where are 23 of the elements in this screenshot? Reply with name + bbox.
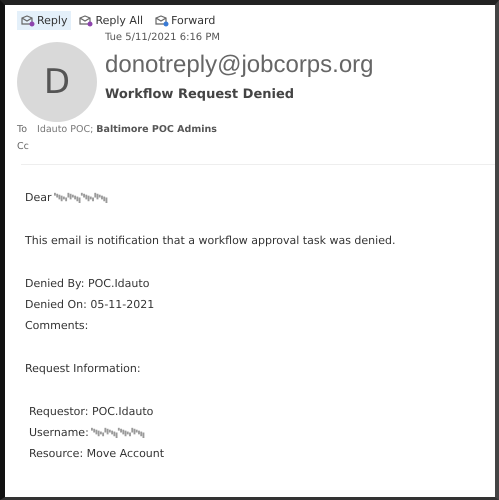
- body-text: This email is notification that a workflow approval task was denied.: [25, 233, 396, 249]
- cc-label: Cc: [17, 141, 30, 152]
- sender-avatar: D: [17, 42, 97, 122]
- envelope-arrow-icon: [79, 14, 94, 26]
- sender-address: donotreply@jobcorps.org: [105, 51, 374, 79]
- message-subject: Workflow Request Denied: [105, 87, 296, 102]
- detail-line: Resource: Move Account: [29, 446, 164, 462]
- detail-line: Comments:: [25, 318, 88, 334]
- detail-line: Denied By: POC.Idauto: [25, 276, 150, 292]
- body-text: Request Information:: [25, 361, 142, 377]
- greeting-text: Dear: [25, 190, 52, 206]
- toolbar-button[interactable]: Forward: [151, 11, 220, 30]
- toolbar-button[interactable]: Reply All: [75, 11, 148, 30]
- recipient-name: Idauto POC;: [37, 124, 94, 135]
- recipient-name: Baltimore POC Admins: [96, 124, 217, 135]
- envelope-arrow-icon: [21, 14, 35, 26]
- to-label: To: [17, 124, 28, 135]
- toolbar-button[interactable]: Reply: [17, 11, 72, 30]
- message-date: Tue 5/11/2021 6:16 PM: [105, 32, 222, 43]
- detail-line: Username:: [29, 425, 89, 441]
- detail-line: Denied On: 05-11-2021: [25, 297, 154, 313]
- envelope-arrow-icon: [155, 14, 170, 26]
- detail-line: Requestor: POC.Idauto: [29, 404, 154, 420]
